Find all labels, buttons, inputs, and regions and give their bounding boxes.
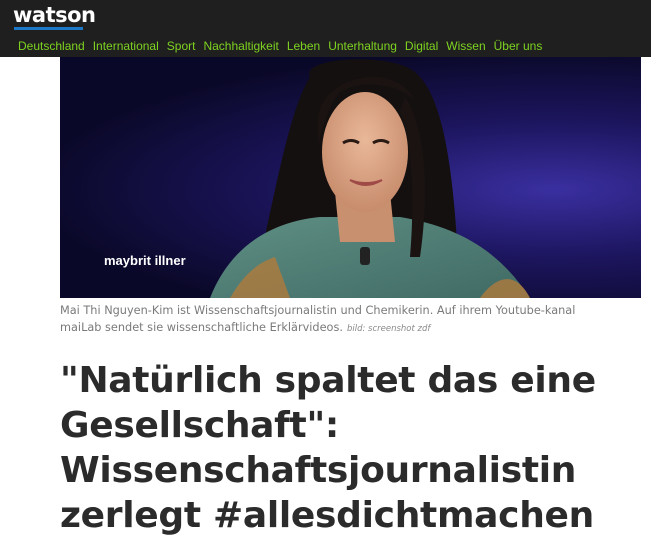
logo-underline bbox=[14, 27, 83, 30]
nav-item-unterhaltung[interactable]: Unterhaltung bbox=[328, 39, 397, 53]
tv-show-watermark: maybrit illner bbox=[104, 253, 186, 268]
watson-logo[interactable]: watson bbox=[13, 3, 96, 27]
hero-image: maybrit illner bbox=[60, 57, 641, 298]
image-caption: Mai Thi Nguyen-Kim ist Wissenschaftsjour… bbox=[60, 302, 620, 338]
main-nav: Deutschland International Sport Nachhalt… bbox=[18, 38, 542, 54]
nav-item-deutschland[interactable]: Deutschland bbox=[18, 39, 85, 53]
nav-item-sport[interactable]: Sport bbox=[167, 39, 196, 53]
nav-item-ueber-uns[interactable]: Über uns bbox=[494, 39, 543, 53]
site-header: watson Deutschland International Sport N… bbox=[0, 0, 651, 57]
nav-item-international[interactable]: International bbox=[93, 39, 159, 53]
nav-item-nachhaltigkeit[interactable]: Nachhaltigkeit bbox=[203, 39, 278, 53]
image-credit: bild: screenshot zdf bbox=[346, 324, 431, 334]
nav-item-wissen[interactable]: Wissen bbox=[446, 39, 485, 53]
caption-text: Mai Thi Nguyen-Kim ist Wissenschaftsjour… bbox=[60, 304, 576, 334]
nav-item-digital[interactable]: Digital bbox=[405, 39, 438, 53]
nav-item-leben[interactable]: Leben bbox=[287, 39, 320, 53]
article-headline[interactable]: "Natürlich spaltet das eine Gesellschaft… bbox=[60, 358, 645, 538]
